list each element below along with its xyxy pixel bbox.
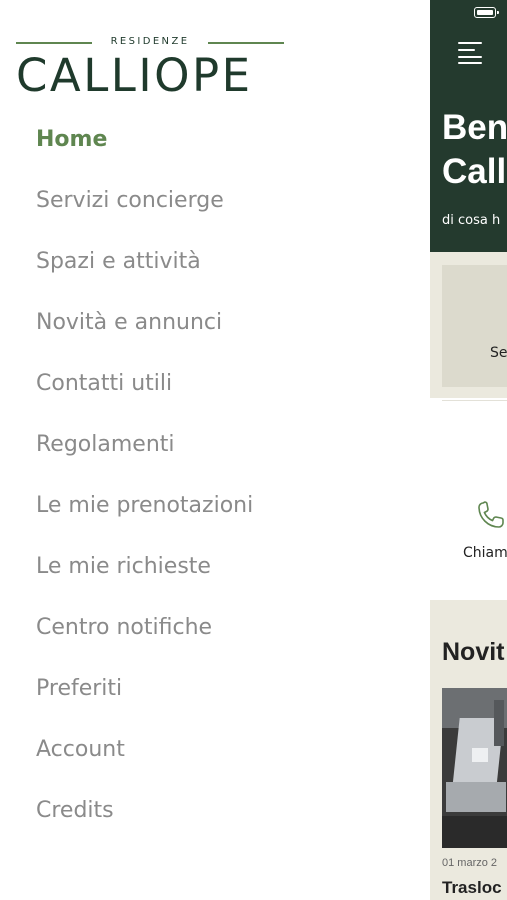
menu-item-account[interactable]: Account [36, 727, 253, 788]
hamburger-icon[interactable] [458, 42, 482, 64]
menu-item-credits[interactable]: Credits [36, 788, 253, 849]
logo-name: CALLIOPE [16, 49, 253, 102]
welcome-title-line1: Ben [442, 108, 507, 147]
battery-icon [474, 7, 499, 18]
welcome-title: Ben Call [442, 106, 507, 194]
menu-item-centro-notifiche[interactable]: Centro notifiche [36, 605, 253, 666]
menu-item-regolamenti[interactable]: Regolamenti [36, 422, 253, 483]
news-title[interactable]: Trasloc [442, 878, 502, 898]
quick-actions-card: Chiam [430, 398, 507, 600]
menu-item-le-mie-prenotazioni[interactable]: Le mie prenotazioni [36, 483, 253, 544]
welcome-subtitle: di cosa h [442, 213, 501, 228]
home-header: Ben Call di cosa h [430, 0, 507, 252]
menu-item-le-mie-richieste[interactable]: Le mie richieste [36, 544, 253, 605]
menu-item-contatti-utili[interactable]: Contatti utili [36, 361, 253, 422]
navigation-drawer: RESIDENZE CALLIOPE Home Servizi concierg… [0, 0, 430, 900]
menu-item-spazi-e-attivita[interactable]: Spazi e attività [36, 239, 253, 300]
divider [442, 400, 507, 401]
news-image[interactable] [442, 688, 507, 848]
phone-icon[interactable] [474, 498, 507, 532]
logo-line-right [208, 42, 284, 44]
residenze-calliope-logo: RESIDENZE CALLIOPE [16, 34, 284, 100]
drawer-menu: Home Servizi concierge Spazi e attività … [36, 117, 253, 849]
services-card-label: Se [490, 345, 507, 361]
services-card[interactable]: Se [442, 265, 507, 387]
news-section-heading: Novit [442, 638, 505, 666]
menu-item-novita-e-annunci[interactable]: Novità e annunci [36, 300, 253, 361]
main-screen[interactable]: Ben Call di cosa h Se Chiam Novit 01 mar… [430, 0, 507, 900]
call-label: Chiam [463, 545, 507, 561]
menu-item-preferiti[interactable]: Preferiti [36, 666, 253, 727]
menu-item-servizi-concierge[interactable]: Servizi concierge [36, 178, 253, 239]
news-date: 01 marzo 2 [442, 857, 498, 869]
menu-item-home[interactable]: Home [36, 117, 253, 178]
welcome-title-line2: Call [442, 152, 507, 191]
logo-subtitle-row: RESIDENZE [16, 34, 284, 50]
